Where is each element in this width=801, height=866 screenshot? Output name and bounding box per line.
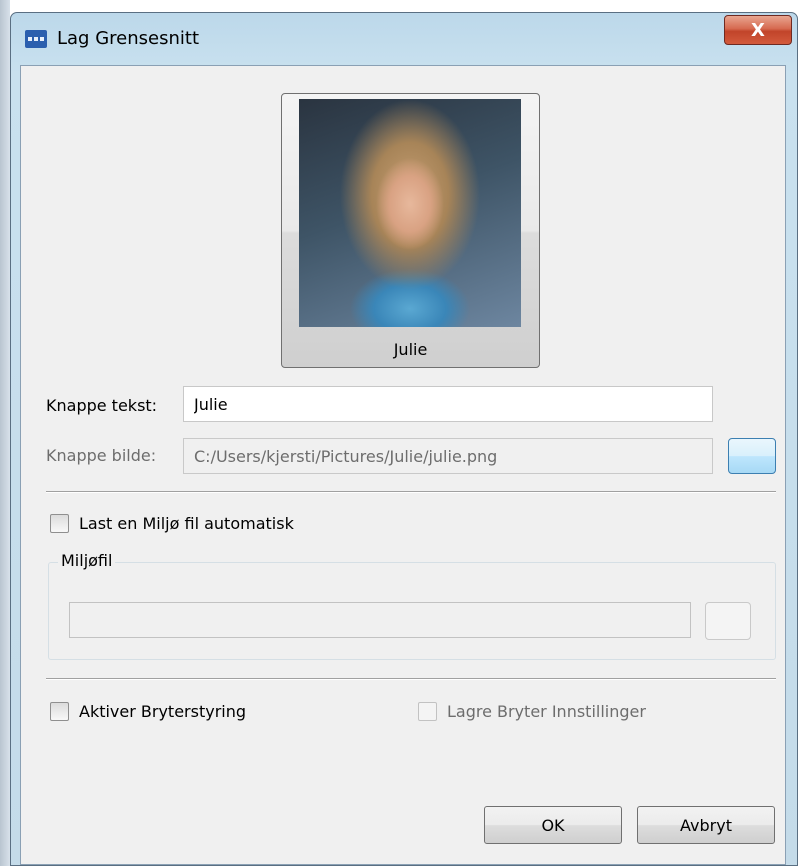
button-image-path-input[interactable]	[183, 438, 713, 474]
app-icon	[25, 30, 47, 48]
dialog-body: Julie Knappe tekst: Knappe bilde: Last e…	[20, 65, 786, 865]
ok-button[interactable]: OK	[484, 806, 622, 844]
close-button[interactable]: X	[724, 15, 792, 45]
browse-image-button[interactable]	[728, 438, 776, 474]
button-text-label: Knappe tekst:	[46, 396, 158, 415]
save-switch-settings-checkbox[interactable]	[418, 702, 437, 721]
separator-1	[46, 491, 776, 493]
env-file-group-title: Miljøfil	[58, 551, 116, 570]
switch-control-label: Aktiver Bryterstyring	[79, 702, 247, 721]
dialog-window: Lag Grensesnitt X Julie Knappe tekst: Kn…	[10, 12, 798, 866]
close-icon: X	[751, 19, 765, 41]
save-switch-settings-label: Lagre Bryter Innstillinger	[447, 702, 646, 721]
cancel-button-label: Avbryt	[680, 815, 732, 835]
cancel-button[interactable]: Avbryt	[637, 806, 775, 844]
button-preview-label: Julie	[393, 340, 428, 359]
button-image-label: Knappe bilde:	[46, 446, 157, 465]
switch-control-checkbox[interactable]	[50, 702, 69, 721]
button-text-input[interactable]	[183, 386, 713, 422]
env-autoload-label: Last en Miljø fil automatisk	[79, 514, 294, 533]
env-autoload-checkbox[interactable]	[50, 514, 69, 533]
window-title: Lag Grensesnitt	[57, 28, 199, 49]
button-preview[interactable]: Julie	[281, 93, 540, 368]
separator-2	[46, 678, 776, 680]
background-window-edge	[0, 0, 10, 866]
title-bar[interactable]: Lag Grensesnitt X	[11, 13, 797, 63]
browse-env-file-button[interactable]	[705, 602, 751, 640]
button-image-preview	[299, 99, 521, 327]
ok-button-label: OK	[541, 815, 565, 835]
env-file-path-input[interactable]	[69, 602, 691, 638]
